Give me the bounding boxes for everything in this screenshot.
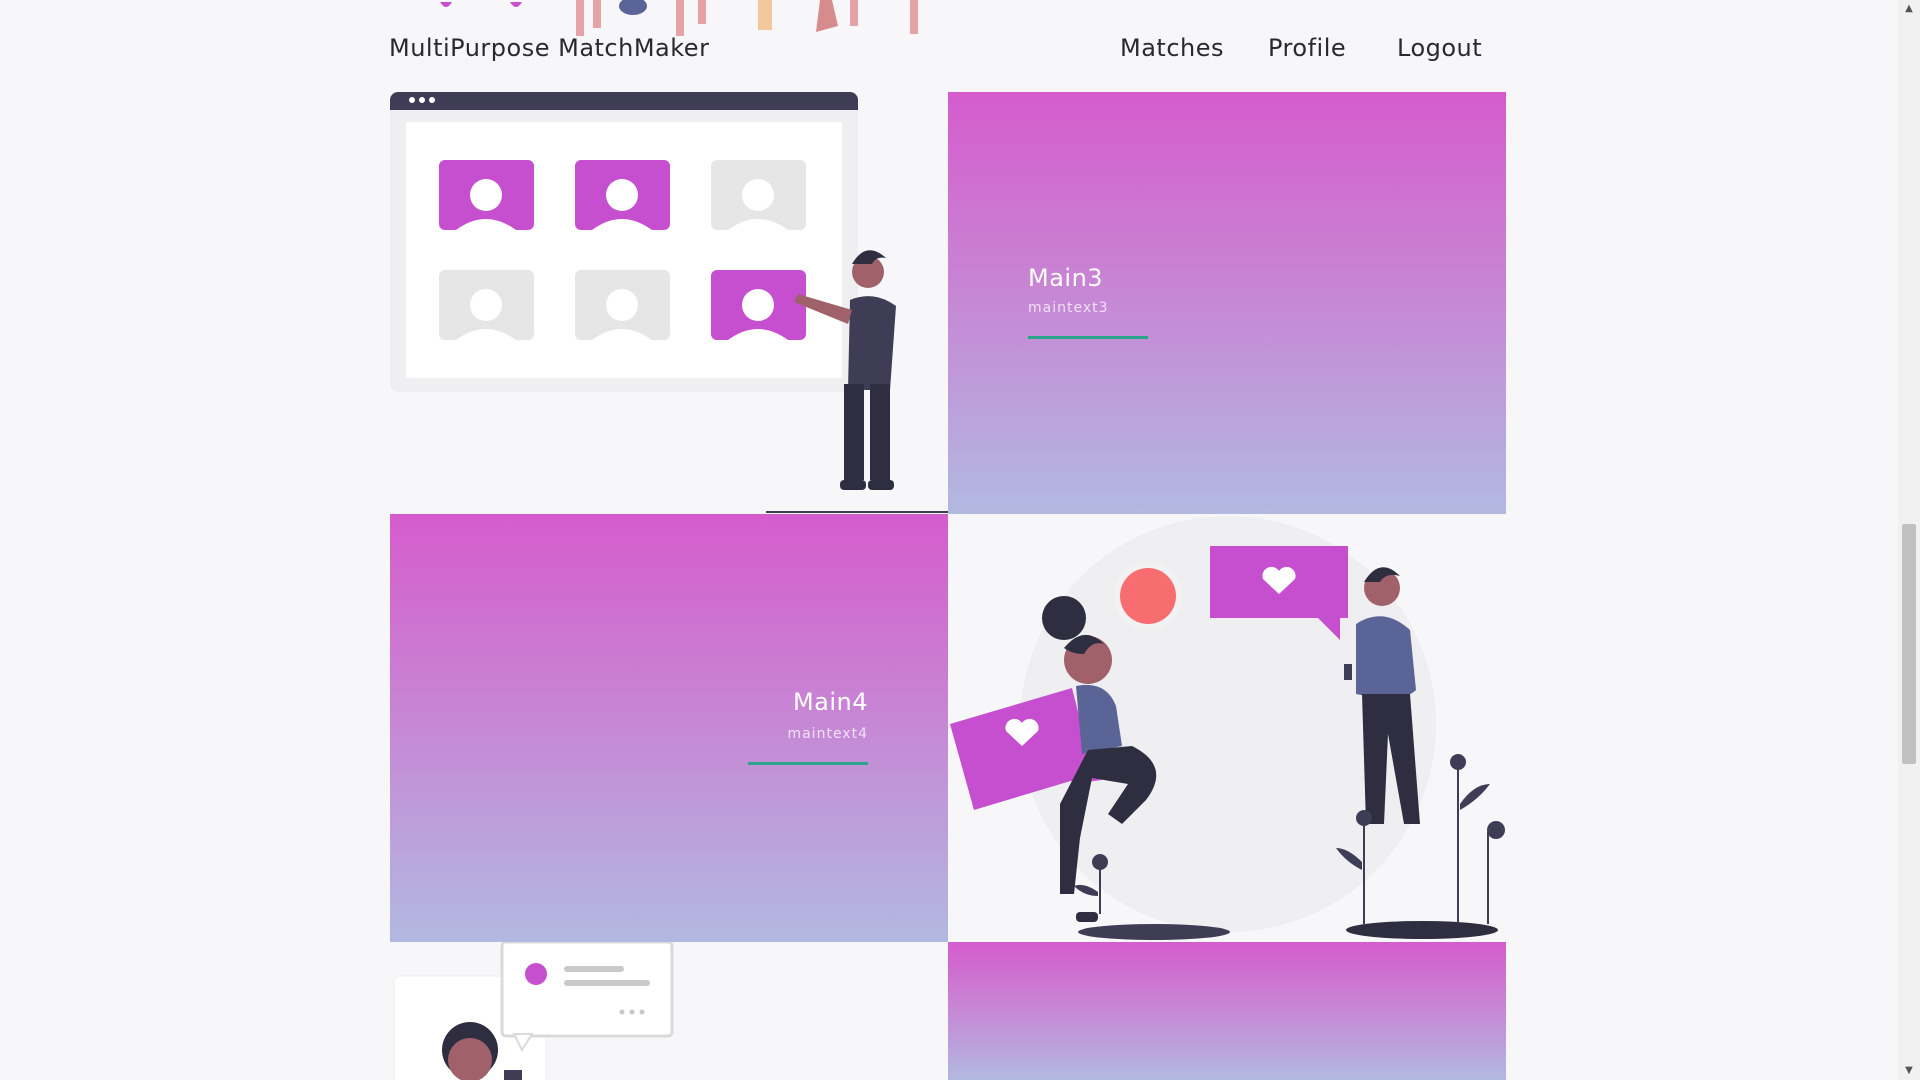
page-scrollbar[interactable]: ▲ ▼: [1898, 0, 1920, 1080]
page: MultiPurpose MatchMaker Matches Profile …: [0, 0, 1920, 1080]
top-illustration: [440, 0, 918, 36]
scroll-thumb[interactable]: [1902, 524, 1916, 764]
feature-card-main3[interactable]: Main3 maintext3: [948, 92, 1506, 514]
card-underline: [748, 762, 868, 765]
card-underline: [1028, 336, 1148, 339]
scroll-up-arrow-icon[interactable]: ▲: [1898, 0, 1920, 18]
nav-matches[interactable]: Matches: [1120, 34, 1224, 62]
card-title: Main3: [1028, 264, 1104, 292]
card-subtitle: maintext4: [787, 726, 868, 742]
feature-card-partial[interactable]: [948, 942, 1506, 1080]
feature-card-main4[interactable]: Main4 maintext4: [390, 514, 948, 942]
nav-profile[interactable]: Profile: [1268, 34, 1346, 62]
card-title: Main4: [792, 688, 868, 716]
profile-grid-illustration: [390, 92, 948, 514]
card-subtitle: maintext3: [1028, 300, 1109, 316]
brand-title[interactable]: MultiPurpose MatchMaker: [389, 34, 709, 62]
nav-logout[interactable]: Logout: [1397, 34, 1482, 62]
scroll-down-arrow-icon[interactable]: ▼: [1898, 1062, 1920, 1080]
chat-illustration: [390, 942, 948, 1080]
couple-chat-illustration: [948, 514, 1506, 942]
